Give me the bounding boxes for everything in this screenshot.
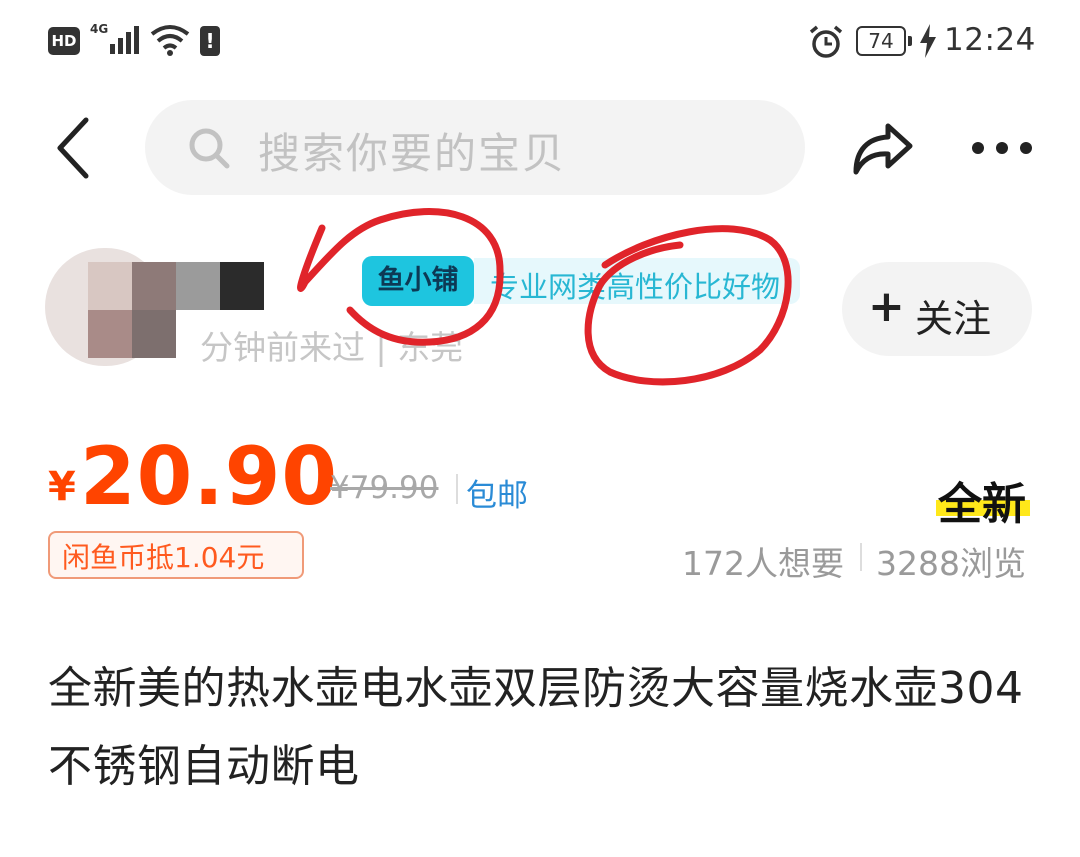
network-type: 4G [90, 22, 109, 36]
want-count: 172人想要 [682, 544, 844, 583]
more-icon[interactable] [970, 138, 1034, 158]
signal-icon [110, 26, 139, 54]
currency-symbol: ¥ [48, 464, 76, 510]
item-title: 全新美的热水壶电水壶双层防烫大容量烧水壶304不锈钢自动断电 [48, 663, 1024, 792]
battery-icon: 74 [856, 26, 906, 56]
share-icon[interactable] [850, 120, 916, 178]
view-count: 3288浏览 [876, 544, 1026, 583]
coin-discount-text: 闲鱼币抵1.04元 [62, 541, 265, 574]
hd-badge: HD [48, 27, 80, 55]
divider [860, 543, 862, 571]
shipping-label: 包邮 [466, 478, 528, 514]
follow-label[interactable]: 关注 [915, 288, 991, 343]
shop-badge[interactable]: 鱼小铺 [362, 256, 474, 306]
visit-info: 分钟前来过 | 东莞 [200, 328, 464, 367]
alert-icon: ! [200, 26, 220, 56]
original-price: ¥79.90 [330, 470, 439, 506]
condition-label: 全新 [938, 479, 1026, 530]
clock: 12:24 [944, 22, 1036, 58]
alarm-icon [809, 25, 843, 58]
search-placeholder[interactable]: 搜索你要的宝贝 [258, 120, 566, 181]
divider [456, 474, 458, 504]
wifi-icon [150, 25, 190, 56]
plus-icon: + [868, 281, 905, 332]
battery-tip [908, 36, 912, 46]
back-icon[interactable] [50, 115, 96, 181]
shop-slogan: 专业网类高性价比好物 [490, 270, 781, 304]
charging-icon [920, 24, 936, 58]
current-price: 20.90 [80, 430, 339, 523]
search-icon [189, 128, 230, 169]
